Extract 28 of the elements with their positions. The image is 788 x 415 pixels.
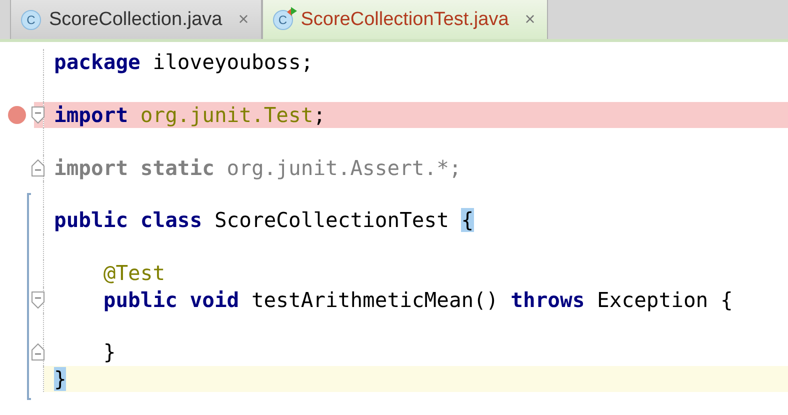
code-text: iloveyouboss; [152,50,314,74]
code-text: ; [313,102,326,127]
fold-icon[interactable] [31,158,45,177]
unused-keyword-text: import static [54,156,214,180]
matched-brace: { [461,208,474,232]
package-name: org.junit.Test [139,102,314,127]
code-text: testArithmeticMean() [250,288,500,312]
keyword-text: public void [103,288,240,312]
keyword-text: package [54,50,140,74]
unused-import-text: org.junit.Assert.*; [226,156,462,180]
annotation-text: @Test [103,261,166,286]
fold-icon[interactable] [31,106,45,124]
fold-icon[interactable] [31,343,45,362]
code-text: } [103,340,116,364]
close-icon[interactable]: × [524,9,536,30]
keyword-text: import [54,102,128,127]
close-icon[interactable]: × [238,9,249,30]
code-text: ScoreCollectionTest [213,208,450,232]
fold-icon[interactable] [31,290,45,309]
keyword-text: throws [510,288,585,312]
tab-title: ScoreCollection.java [49,8,222,30]
class-icon: C [21,10,41,30]
matched-brace: } [54,366,66,391]
tab-title: ScoreCollectionTest.java [300,8,509,30]
editor-tab[interactable]: C ScoreCollectionTest.java × [262,0,548,39]
keyword-text: public class [54,208,202,232]
editor-tab[interactable]: C ScoreCollection.java × [10,0,262,39]
code-text: Exception { [596,288,733,312]
